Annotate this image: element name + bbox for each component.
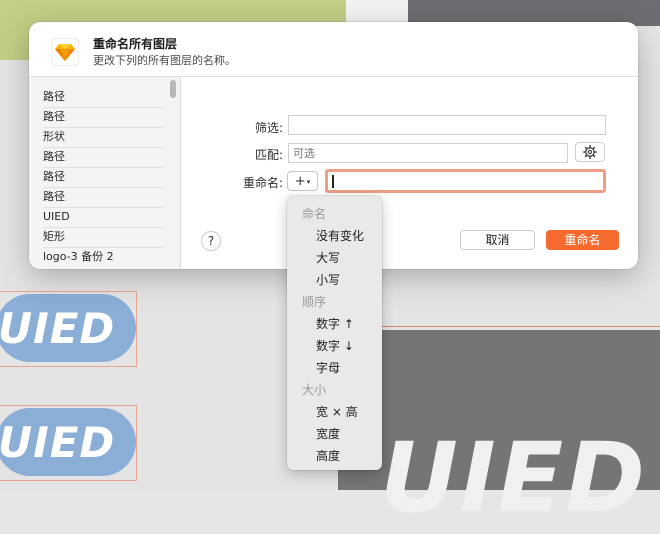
- dialog-subtitle: 更改下列的所有图层的名称。: [93, 54, 236, 67]
- layer-list-item[interactable]: 路径: [43, 107, 164, 128]
- layer-list[interactable]: 路径 路径 形状 路径 路径 路径 UIED 矩形 logo-3 备份 2: [29, 77, 181, 269]
- rename-label: 重命名:: [242, 176, 283, 190]
- gear-icon: [583, 145, 597, 159]
- menu-item-width[interactable]: 宽度: [316, 425, 340, 442]
- layer-list-item[interactable]: 形状: [43, 127, 164, 148]
- filter-input[interactable]: [288, 115, 606, 135]
- rename-input[interactable]: [325, 169, 606, 193]
- menu-item-width-height[interactable]: 宽 × 高: [316, 403, 358, 420]
- menu-section-order: 顺序: [302, 295, 327, 309]
- uied-logo-text: UIED: [0, 303, 116, 353]
- uied-logo-text: UIED: [0, 417, 116, 467]
- canvas-big-text: UIED: [380, 422, 647, 534]
- layer-list-scrollbar[interactable]: [170, 80, 176, 98]
- sketch-app-icon: [51, 38, 79, 66]
- menu-item-height[interactable]: 高度: [316, 447, 340, 464]
- rename-button[interactable]: 重命名: [546, 230, 619, 250]
- menu-item-number-asc[interactable]: 数字 ↑: [316, 315, 354, 332]
- match-options-button[interactable]: [575, 142, 605, 162]
- token-dropdown-menu: 命名 没有变化 大写 小写 顺序 数字 ↑ 数字 ↓ 字母 大小 宽 × 高 宽…: [287, 196, 382, 470]
- layer-list-item[interactable]: 矩形: [43, 227, 164, 248]
- menu-item-letter[interactable]: 字母: [316, 359, 340, 376]
- layer-list-item[interactable]: 路径: [43, 187, 164, 208]
- match-label: 匹配:: [254, 148, 283, 162]
- menu-section-naming: 命名: [302, 207, 327, 221]
- menu-item-number-desc[interactable]: 数字 ↓: [316, 337, 354, 354]
- text-caret: [332, 175, 334, 188]
- chevron-down-icon: ▾: [306, 178, 311, 186]
- match-input[interactable]: [288, 143, 568, 163]
- dialog-header: 重命名所有图层 更改下列的所有图层的名称。: [29, 22, 638, 77]
- menu-item-uppercase[interactable]: 大写: [316, 249, 340, 266]
- layer-list-item[interactable]: 路径: [43, 167, 164, 188]
- menu-item-lowercase[interactable]: 小写: [316, 271, 340, 288]
- layer-list-item[interactable]: UIED: [43, 207, 164, 228]
- layer-list-item[interactable]: 路径: [43, 87, 164, 108]
- menu-item-no-change[interactable]: 没有变化: [316, 227, 364, 244]
- canvas-selection-line: [338, 326, 660, 327]
- layer-list-item[interactable]: 路径: [43, 147, 164, 168]
- uied-logo[interactable]: UIED: [0, 294, 136, 362]
- plus-icon: +: [294, 173, 306, 189]
- uied-logo[interactable]: UIED: [0, 408, 136, 476]
- layer-list-item[interactable]: logo-3 备份 2: [43, 247, 164, 267]
- dialog-title: 重命名所有图层: [93, 37, 178, 51]
- insert-token-button[interactable]: + ▾: [287, 171, 318, 191]
- menu-section-size: 大小: [302, 383, 327, 397]
- filter-label: 筛选:: [254, 121, 283, 135]
- help-button[interactable]: ?: [201, 231, 221, 251]
- cancel-button[interactable]: 取消: [460, 230, 535, 250]
